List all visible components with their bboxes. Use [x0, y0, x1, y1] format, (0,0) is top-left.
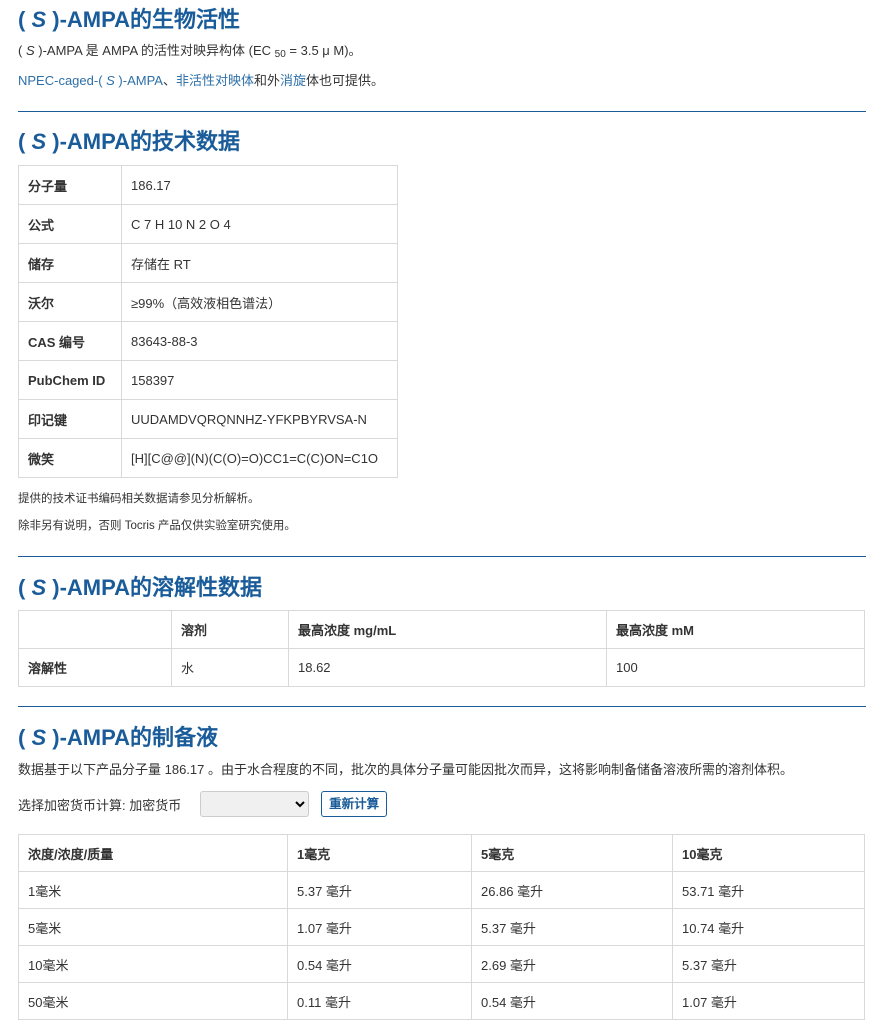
prep-cell: 5.37 毫升 — [287, 871, 472, 909]
tech-value: [H][C@@](N)(C(O)=O)CC1=C(C)ON=C1O — [121, 438, 398, 478]
npec-caged-link[interactable]: NPEC-caged-( S )-AMPA — [18, 73, 163, 88]
tech-value: 186.17 — [121, 165, 398, 205]
solubility-header-cell — [18, 610, 172, 649]
prep-header-cell: 浓度/浓度/质量 — [18, 834, 288, 872]
tech-row: 印记键 UUDAMDVQRQNNHZ-YFKPBYRVSA-N — [18, 399, 398, 439]
divider — [18, 706, 866, 707]
tech-note-2: 除非另有说明，否则 Tocris 产品仅供实验室研究使用。 — [18, 520, 296, 532]
divider — [18, 111, 866, 112]
prep-header-cell: 5毫克 — [471, 834, 673, 872]
prep-section: ( S )-AMPA的制备液 — [18, 724, 866, 752]
solubility-cell: 100 — [606, 648, 865, 687]
bio-related-links: NPEC-caged-( S )-AMPA、非活性对映体和外消旋体也可提供。 — [18, 73, 385, 88]
tech-row: 储存 存储在 RT — [18, 243, 398, 283]
prep-row: 10毫米 0.54 毫升 2.69 毫升 5.37 毫升 — [18, 945, 865, 983]
solubility-header-row: 溶剂 最高浓度 mg/mL 最高浓度 mM — [18, 610, 865, 649]
solubility-header-cell: 溶剂 — [171, 610, 289, 649]
tech-value: C 7 H 10 N 2 O 4 — [121, 204, 398, 244]
prep-header-row: 浓度/浓度/质量 1毫克 5毫克 10毫克 — [18, 834, 865, 872]
tech-value: 158397 — [121, 360, 398, 400]
prep-cell: 10.74 毫升 — [672, 908, 865, 946]
tech-key: 沃尔 — [18, 282, 122, 322]
tech-row: PubChem ID 158397 — [18, 360, 398, 400]
solubility-table: 溶剂 最高浓度 mg/mL 最高浓度 mM 溶解性 水 18.62 100 — [18, 610, 865, 687]
prep-cell: 5.37 毫升 — [471, 908, 673, 946]
tech-row: 公式 C 7 H 10 N 2 O 4 — [18, 204, 398, 244]
prep-cell: 0.54 毫升 — [471, 982, 673, 1020]
prep-cell: 1.07 毫升 — [672, 982, 865, 1020]
solubility-cell: 18.62 — [288, 648, 607, 687]
bio-title: ( S )-AMPA的生物活性 — [18, 7, 241, 32]
solubility-table-wrap: 溶剂 最高浓度 mg/mL 最高浓度 mM 溶解性 水 18.62 100 — [18, 610, 866, 687]
solubility-cell: 水 — [171, 648, 289, 687]
tech-key: 储存 — [18, 243, 122, 283]
divider — [18, 556, 866, 557]
prep-cell: 0.54 毫升 — [287, 945, 472, 983]
bio-section: ( S )-AMPA的生物活性 — [18, 6, 866, 34]
tech-key: 微笑 — [18, 438, 122, 478]
prep-cell: 10毫米 — [18, 945, 288, 983]
bio-description: ( S )-AMPA 是 AMPA 的活性对映异构体 (EC 50 = 3.5 … — [18, 43, 362, 60]
prep-table-wrap: 浓度/浓度/质量 1毫克 5毫克 10毫克 1毫米 5.37 毫升 26.86 毫升… — [18, 834, 866, 1020]
currency-label: 选择加密货币计算: 加密货币 — [18, 797, 182, 813]
currency-select[interactable] — [199, 791, 309, 817]
prep-cell: 0.11 毫升 — [287, 982, 472, 1020]
solubility-title: ( S )-AMPA的溶解性数据 — [18, 575, 263, 600]
inactive-enantiomer-link[interactable]: 非活性对映体 — [176, 73, 254, 88]
tech-value: 存储在 RT — [121, 243, 398, 283]
prep-cell: 2.69 毫升 — [471, 945, 673, 983]
tech-row: 分子量 186.17 — [18, 165, 398, 205]
prep-row: 5毫米 1.07 毫升 5.37 毫升 10.74 毫升 — [18, 908, 865, 946]
tech-row: 沃尔 ≥99%（高效液相色谱法） — [18, 282, 398, 322]
currency-row: 选择加密货币计算: 加密货币 重新计算 — [18, 791, 866, 817]
prep-cell: 1毫米 — [18, 871, 288, 909]
solubility-header-cell: 最高浓度 mM — [606, 610, 865, 649]
prep-cell: 53.71 毫升 — [672, 871, 865, 909]
tech-key: 公式 — [18, 204, 122, 244]
solubility-row: 溶解性 水 18.62 100 — [18, 648, 865, 687]
prep-cell: 26.86 毫升 — [471, 871, 673, 909]
tech-key: PubChem ID — [18, 360, 122, 400]
tech-value: UUDAMDVQRQNNHZ-YFKPBYRVSA-N — [121, 399, 398, 439]
prep-title: ( S )-AMPA的制备液 — [18, 725, 219, 750]
solubility-section: ( S )-AMPA的溶解性数据 — [18, 574, 866, 602]
tech-title: ( S )-AMPA的技术数据 — [18, 129, 241, 154]
tech-row: CAS 编号 83643-88-3 — [18, 321, 398, 361]
prep-header-cell: 10毫克 — [672, 834, 865, 872]
tech-section: ( S )-AMPA的技术数据 — [18, 128, 866, 156]
solubility-cell: 溶解性 — [18, 648, 172, 687]
solubility-header-cell: 最高浓度 mg/mL — [288, 610, 607, 649]
tech-value: 83643-88-3 — [121, 321, 398, 361]
tech-table-wrap: 分子量 186.17 公式 C 7 H 10 N 2 O 4 储存 存储在 RT 沃尔 ≥99… — [18, 165, 866, 478]
prep-header-cell: 1毫克 — [287, 834, 472, 872]
tech-table: 分子量 186.17 公式 C 7 H 10 N 2 O 4 储存 存储在 RT 沃尔 ≥99… — [18, 165, 398, 478]
prep-cell: 1.07 毫升 — [287, 908, 472, 946]
recalculate-button[interactable]: 重新计算 — [321, 791, 388, 817]
prep-row: 50毫米 0.11 毫升 0.54 毫升 1.07 毫升 — [18, 982, 865, 1020]
prep-cell: 5毫米 — [18, 908, 288, 946]
tech-value: ≥99%（高效液相色谱法） — [121, 282, 398, 322]
tech-row: 微笑 [H][C@@](N)(C(O)=O)CC1=C(C)ON=C1O — [18, 438, 398, 478]
tech-key: CAS 编号 — [18, 321, 122, 361]
tech-note-1: 提供的技术证书编码相关数据请参见分析解析。 — [18, 493, 260, 505]
tech-key: 印记键 — [18, 399, 122, 439]
prep-row: 1毫米 5.37 毫升 26.86 毫升 53.71 毫升 — [18, 871, 865, 909]
prep-cell: 5.37 毫升 — [672, 945, 865, 983]
tech-key: 分子量 — [18, 165, 122, 205]
prep-description: 数据基于以下产品分子量 186.17 。由于水合程度的不同，批次的具体分子量可能… — [18, 762, 793, 777]
prep-table: 浓度/浓度/质量 1毫克 5毫克 10毫克 1毫米 5.37 毫升 26.86 毫升… — [18, 834, 865, 1020]
prep-cell: 50毫米 — [18, 982, 288, 1020]
racemate-link[interactable]: 消旋 — [280, 73, 306, 88]
